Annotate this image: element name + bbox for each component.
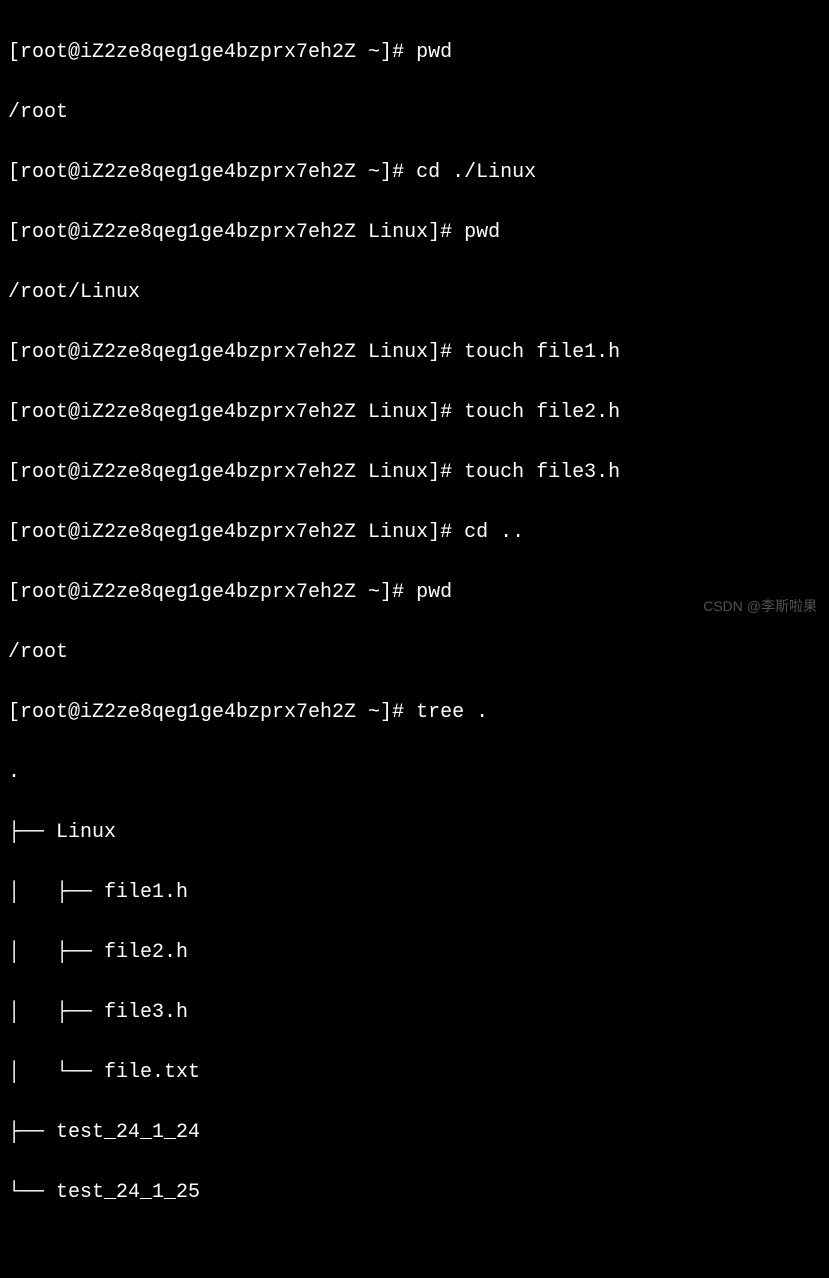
command-output: /root <box>8 98 821 128</box>
terminal-line: [root@iZ2ze8qeg1ge4bzprx7eh2Z Linux]# cd… <box>8 518 821 548</box>
shell-prompt: [root@iZ2ze8qeg1ge4bzprx7eh2Z Linux]# <box>8 461 464 484</box>
command-text: tree . <box>416 701 488 724</box>
terminal-line: [root@iZ2ze8qeg1ge4bzprx7eh2Z ~]# tree . <box>8 698 821 728</box>
terminal-line: [root@iZ2ze8qeg1ge4bzprx7eh2Z ~]# cd ./L… <box>8 158 821 188</box>
terminal-line: [root@iZ2ze8qeg1ge4bzprx7eh2Z Linux]# pw… <box>8 218 821 248</box>
command-text: pwd <box>416 41 452 64</box>
shell-prompt: [root@iZ2ze8qeg1ge4bzprx7eh2Z ~]# <box>8 41 416 64</box>
shell-prompt: [root@iZ2ze8qeg1ge4bzprx7eh2Z Linux]# <box>8 521 464 544</box>
tree-branch: │ ├── file3.h <box>8 998 821 1028</box>
shell-prompt: [root@iZ2ze8qeg1ge4bzprx7eh2Z Linux]# <box>8 341 464 364</box>
command-text: touch file2.h <box>464 401 620 424</box>
command-text: cd ./Linux <box>416 161 536 184</box>
shell-prompt: [root@iZ2ze8qeg1ge4bzprx7eh2Z ~]# <box>8 701 416 724</box>
command-text: pwd <box>464 221 500 244</box>
tree-branch: │ └── file.txt <box>8 1058 821 1088</box>
command-output: /root/Linux <box>8 278 821 308</box>
terminal-output[interactable]: [root@iZ2ze8qeg1ge4bzprx7eh2Z ~]# pwd /r… <box>8 8 821 1278</box>
tree-root: . <box>8 758 821 788</box>
watermark-text: CSDN @李斯啦果 <box>703 596 817 617</box>
command-text: touch file3.h <box>464 461 620 484</box>
tree-branch: ├── test_24_1_24 <box>8 1118 821 1148</box>
terminal-line: [root@iZ2ze8qeg1ge4bzprx7eh2Z ~]# pwd <box>8 578 821 608</box>
tree-branch: └── test_24_1_25 <box>8 1178 821 1208</box>
shell-prompt: [root@iZ2ze8qeg1ge4bzprx7eh2Z Linux]# <box>8 221 464 244</box>
tree-branch: │ ├── file2.h <box>8 938 821 968</box>
command-text: cd .. <box>464 521 524 544</box>
tree-branch: ├── Linux <box>8 818 821 848</box>
terminal-line: [root@iZ2ze8qeg1ge4bzprx7eh2Z ~]# pwd <box>8 38 821 68</box>
command-text: pwd <box>416 581 452 604</box>
terminal-line: [root@iZ2ze8qeg1ge4bzprx7eh2Z Linux]# to… <box>8 338 821 368</box>
command-text: touch file1.h <box>464 341 620 364</box>
shell-prompt: [root@iZ2ze8qeg1ge4bzprx7eh2Z Linux]# <box>8 401 464 424</box>
terminal-line: [root@iZ2ze8qeg1ge4bzprx7eh2Z Linux]# to… <box>8 458 821 488</box>
shell-prompt: [root@iZ2ze8qeg1ge4bzprx7eh2Z ~]# <box>8 581 416 604</box>
terminal-line: [root@iZ2ze8qeg1ge4bzprx7eh2Z Linux]# to… <box>8 398 821 428</box>
tree-branch: │ ├── file1.h <box>8 878 821 908</box>
blank-line <box>8 1238 821 1268</box>
command-output: /root <box>8 638 821 668</box>
shell-prompt: [root@iZ2ze8qeg1ge4bzprx7eh2Z ~]# <box>8 161 416 184</box>
